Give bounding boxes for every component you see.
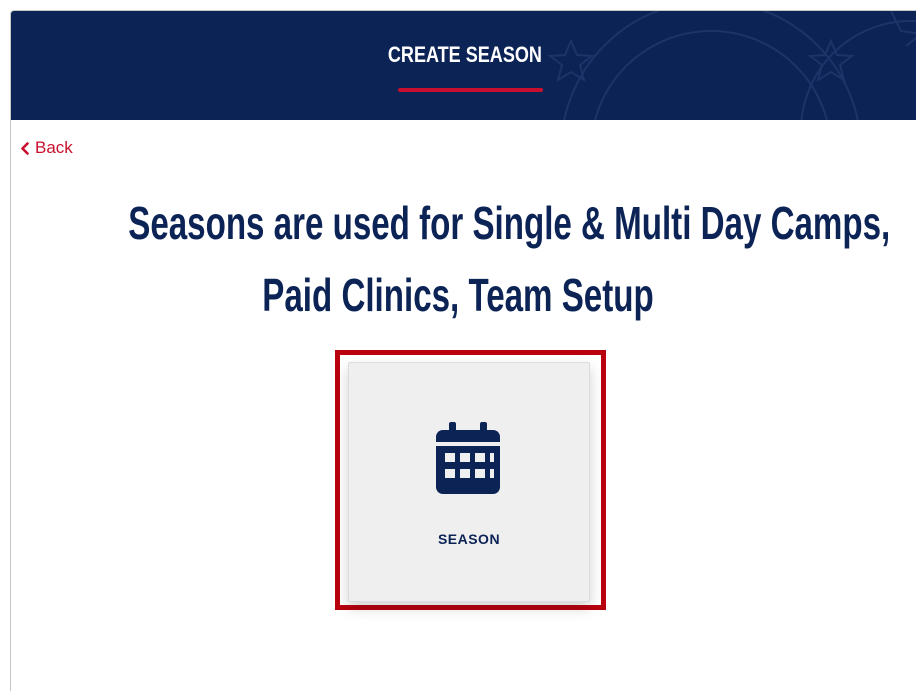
headline-line-2: Paid Clinics, Team Setup <box>262 269 654 321</box>
back-link[interactable]: Back <box>20 138 73 158</box>
page-headline: Seasons are used for Single & Multi Day … <box>0 187 916 331</box>
season-option-card[interactable]: SEASON <box>348 362 590 602</box>
page-header: CREATE SEASON <box>11 11 916 120</box>
back-label: Back <box>35 138 73 157</box>
season-option-label: SEASON <box>437 531 501 547</box>
headline-line-1: Seasons are used for Single & Multi Day … <box>128 197 891 249</box>
title-underline <box>398 88 543 92</box>
calendar-icon <box>436 422 500 501</box>
chevron-left-icon <box>20 141 29 155</box>
page-title: CREATE SEASON <box>387 42 542 67</box>
